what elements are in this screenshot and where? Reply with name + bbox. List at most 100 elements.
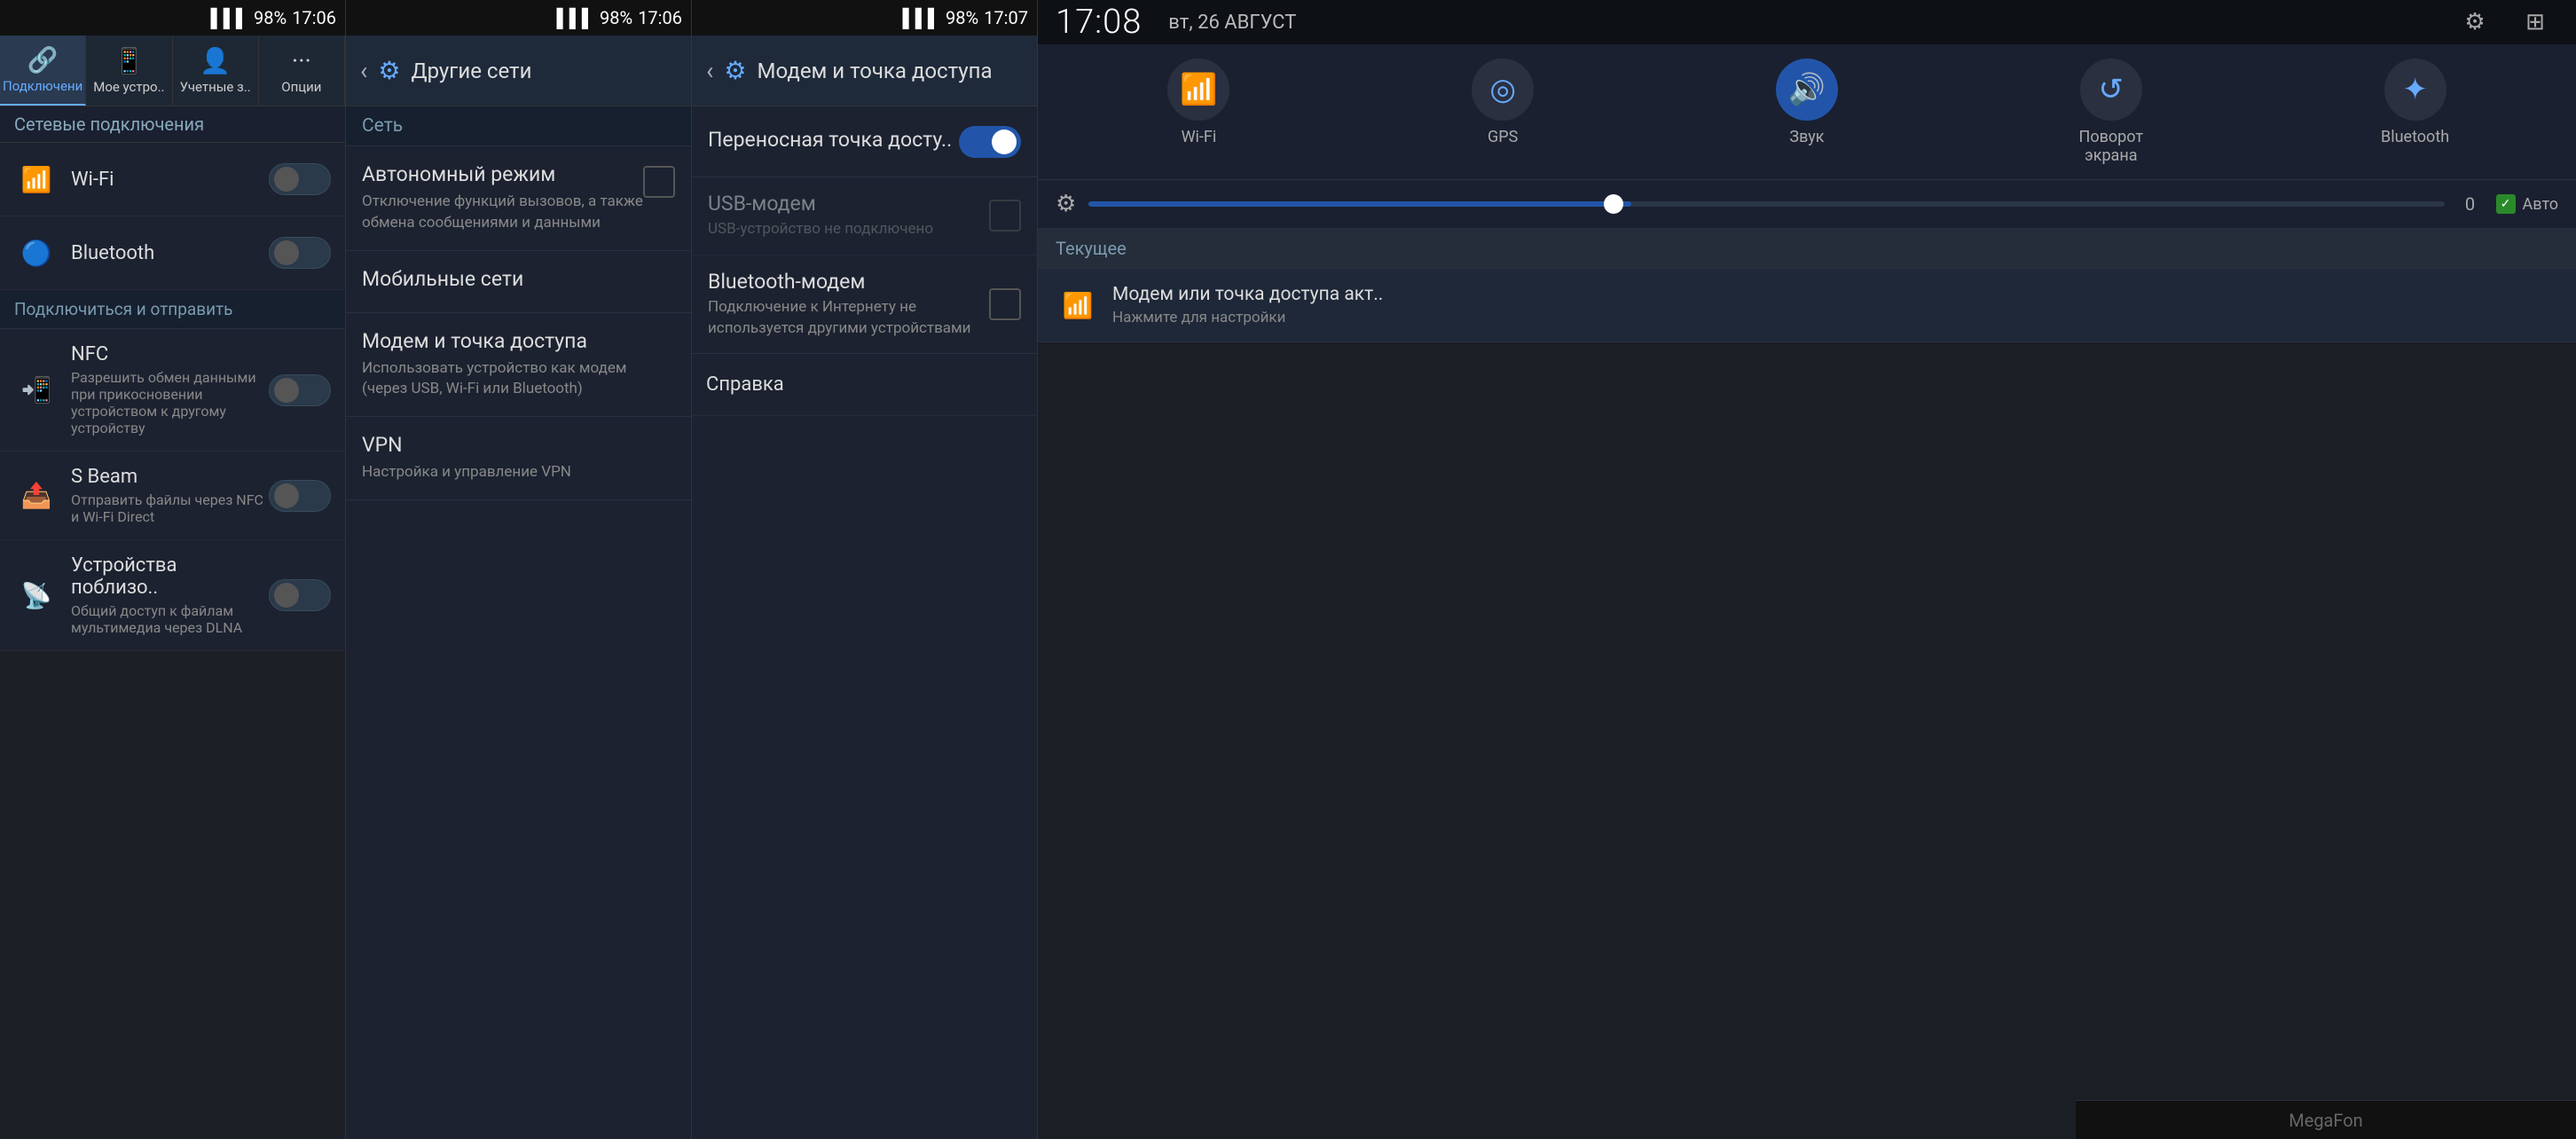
nfc-title: NFC xyxy=(71,343,269,365)
tethering-title: Модем и точка доступа xyxy=(362,329,675,353)
bluetooth-title: Bluetooth xyxy=(71,242,269,264)
status-bar-1: ▌▌▌ 98% 17:06 xyxy=(0,0,345,35)
btmodem-checkbox[interactable] xyxy=(989,288,1021,320)
gps-quick-toggle[interactable]: ◎ GPS xyxy=(1445,59,1560,165)
airplane-text: Автономный режим Отключение функций вызо… xyxy=(362,162,643,234)
wifi-icon: 📶 xyxy=(14,157,59,201)
panel-notification-drawer: 17:08 вт, 26 АВГУСТ ⚙ ⊞ 📶 Wi-Fi ◎ GPS 🔊 … xyxy=(1038,0,2576,1139)
settings-button[interactable]: ⚙ xyxy=(2452,0,2498,45)
gps-quick-label: GPS xyxy=(1488,128,1518,146)
usbmodem-item[interactable]: USB-модем USB-устройство не подключено xyxy=(692,177,1037,255)
tab-mydevice-label: Мое устро.. xyxy=(93,79,164,95)
mobile-networks-item[interactable]: Мобильные сети xyxy=(346,251,691,313)
wifi-toggle-switch[interactable] xyxy=(269,163,331,195)
brightness-row: ⚙ 0 ✓ Авто xyxy=(1038,180,2576,229)
wifi-setting[interactable]: 📶 Wi-Fi xyxy=(0,143,345,216)
time-text-2: 17:06 xyxy=(638,7,682,28)
btmodem-desc: Подключение к Интернету не используется … xyxy=(708,297,989,340)
mydevice-icon: 📱 xyxy=(114,46,145,75)
current-label: Текущее xyxy=(1056,238,1127,259)
panel2-header: ‹ ⚙ Другие сети xyxy=(346,35,691,106)
brightness-fill xyxy=(1088,201,1630,207)
hotspot-text: Переносная точка досту.. xyxy=(708,128,959,155)
hotspot-notif-title: Модем или точка доступа акт.. xyxy=(1112,284,2558,305)
nearby-setting[interactable]: 📡 Устройства поблизо.. Общий доступ к фа… xyxy=(0,540,345,651)
nearby-toggle[interactable] xyxy=(269,579,331,611)
accounts-icon: 👤 xyxy=(200,46,231,75)
tab-mydevice[interactable]: 📱 Мое устро.. xyxy=(86,35,172,106)
bluetooth-quick-toggle[interactable]: ✦ Bluetooth xyxy=(2358,59,2473,165)
back-button-2[interactable]: ‹ xyxy=(360,56,367,85)
connections-icon: 🔗 xyxy=(27,45,59,75)
battery-text-3: 98% xyxy=(946,7,978,28)
wifi-quick-label: Wi-Fi xyxy=(1182,128,1217,146)
nfc-toggle[interactable] xyxy=(269,374,331,406)
signal-icon-3: ▌▌▌ xyxy=(903,7,941,29)
status-bar-3: ▌▌▌ 98% 17:07 xyxy=(692,0,1037,35)
sound-quick-label: Звук xyxy=(1789,128,1824,146)
btmodem-item[interactable]: Bluetooth-модем Подключение к Интернету … xyxy=(692,255,1037,355)
hotspot-notification[interactable]: 📶 Модем или точка доступа акт.. Нажмите … xyxy=(1038,269,2576,342)
sbeam-setting[interactable]: 📤 S Beam Отправить файлы через NFC и Wi-… xyxy=(0,452,345,540)
usbmodem-desc: USB-устройство не подключено xyxy=(708,219,989,240)
hotspot-item[interactable]: Переносная точка досту.. xyxy=(692,106,1037,177)
nfc-desc: Разрешить обмен данными при прикосновени… xyxy=(71,369,269,436)
settings-gear-icon-2: ⚙ xyxy=(378,56,400,85)
quick-toggles-row: 📶 Wi-Fi ◎ GPS 🔊 Звук ↺ Поворот экрана ✦ … xyxy=(1038,44,2576,180)
battery-text: 98% xyxy=(254,7,287,28)
grid-button[interactable]: ⊞ xyxy=(2512,0,2558,45)
panel-other-networks: ▌▌▌ 98% 17:06 ‹ ⚙ Другие сети Сеть Автон… xyxy=(346,0,692,1139)
hotspot-notif-text: Модем или точка доступа акт.. Нажмите дл… xyxy=(1112,284,2558,326)
tab-connections[interactable]: 🔗 Подключени xyxy=(0,35,86,106)
status-bar-2: ▌▌▌ 98% 17:06 xyxy=(346,0,691,35)
tabs-row: 🔗 Подключени 📱 Мое устро.. 👤 Учетные з..… xyxy=(0,35,345,106)
wifi-title: Wi-Fi xyxy=(71,169,269,191)
current-section-header: Текущее xyxy=(1038,229,2576,269)
brightness-slider[interactable] xyxy=(1088,201,2444,207)
bluetooth-text: Bluetooth xyxy=(71,242,269,264)
rotate-quick-toggle[interactable]: ↺ Поворот экрана xyxy=(2054,59,2169,165)
auto-brightness-check[interactable]: ✓ Авто xyxy=(2496,194,2558,214)
bluetooth-toggle-knob xyxy=(274,240,299,265)
sbeam-desc: Отправить файлы через NFC и Wi-Fi Direct xyxy=(71,491,269,525)
brightness-thumb[interactable] xyxy=(1604,194,1623,214)
tab-options-label: Опции xyxy=(281,79,321,95)
battery-text-2: 98% xyxy=(600,7,632,28)
sound-quick-toggle[interactable]: 🔊 Звук xyxy=(1749,59,1865,165)
signal-icon-2: ▌▌▌ xyxy=(557,7,595,29)
carrier-bar: MegaFon xyxy=(2076,1100,2576,1139)
bluetooth-setting[interactable]: 🔵 Bluetooth xyxy=(0,216,345,290)
subheader-connect: Подключиться и отправить xyxy=(0,290,345,329)
airplane-checkbox[interactable] xyxy=(643,166,675,198)
vpn-item[interactable]: VPN Настройка и управление VPN xyxy=(346,417,691,500)
settings-gear-icon-3: ⚙ xyxy=(724,56,746,85)
brightness-value: 0 xyxy=(2457,193,2484,215)
airplane-mode-item[interactable]: Автономный режим Отключение функций вызо… xyxy=(346,146,691,251)
panel-tethering: ▌▌▌ 98% 17:07 ‹ ⚙ Модем и точка доступа … xyxy=(692,0,1038,1139)
wifi-quick-toggle[interactable]: 📶 Wi-Fi xyxy=(1141,59,1256,165)
vpn-desc: Настройка и управление VPN xyxy=(362,462,675,483)
notif-top-icons: ⚙ ⊞ xyxy=(2452,0,2558,45)
usbmodem-title: USB-модем xyxy=(708,192,989,216)
help-item[interactable]: Справка xyxy=(692,354,1037,416)
sbeam-toggle[interactable] xyxy=(269,480,331,512)
gps-quick-icon: ◎ xyxy=(1472,59,1534,121)
sbeam-knob xyxy=(274,483,299,508)
tab-accounts[interactable]: 👤 Учетные з.. xyxy=(173,35,259,106)
net-section-label: Сеть xyxy=(346,106,691,146)
bluetooth-toggle-switch[interactable] xyxy=(269,237,331,269)
panel2-title: Другие сети xyxy=(412,59,532,83)
tab-options[interactable]: ··· Опции xyxy=(259,35,345,106)
tethering-item[interactable]: Модем и точка доступа Использовать устро… xyxy=(346,313,691,418)
nfc-setting[interactable]: 📲 NFC Разрешить обмен данными при прикос… xyxy=(0,329,345,452)
signal-icon: ▌▌▌ xyxy=(211,7,249,29)
back-button-3[interactable]: ‹ xyxy=(706,56,713,85)
usbmodem-checkbox xyxy=(989,200,1021,232)
sbeam-icon: 📤 xyxy=(14,474,59,518)
tab-accounts-label: Учетные з.. xyxy=(180,79,251,95)
hotspot-notif-sub: Нажмите для настройки xyxy=(1112,309,2558,326)
wifi-text: Wi-Fi xyxy=(71,169,269,191)
panel3-title: Модем и точка доступа xyxy=(758,59,993,83)
hotspot-toggle[interactable] xyxy=(959,126,1021,158)
airplane-desc: Отключение функций вызовов, а также обме… xyxy=(362,192,643,234)
